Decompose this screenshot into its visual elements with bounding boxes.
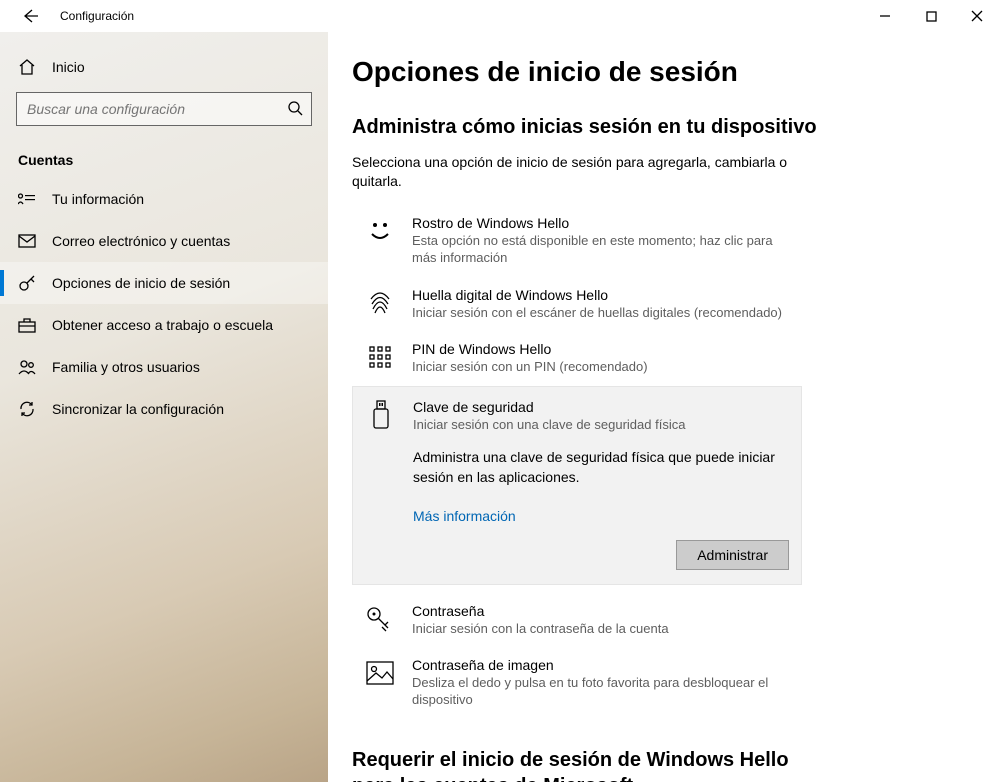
sidebar-item-label: Sincronizar la configuración xyxy=(52,401,224,417)
sidebar-item-your-info[interactable]: Tu información xyxy=(0,178,328,220)
option-title: PIN de Windows Hello xyxy=(412,341,790,357)
option-desc: Iniciar sesión con una clave de segurida… xyxy=(413,417,685,432)
section-title: Administra cómo inicias sesión en tu dis… xyxy=(352,116,964,139)
category-header: Cuentas xyxy=(0,136,328,178)
maximize-button[interactable] xyxy=(908,0,954,32)
option-pin[interactable]: PIN de Windows Hello Iniciar sesión con … xyxy=(352,331,802,386)
search-box[interactable] xyxy=(16,92,312,126)
close-button[interactable] xyxy=(954,0,1000,32)
home-label: Inicio xyxy=(52,59,85,75)
sidebar-item-label: Obtener acceso a trabajo o escuela xyxy=(52,317,273,333)
option-face[interactable]: Rostro de Windows Hello Esta opción no e… xyxy=(352,205,802,277)
home-icon xyxy=(18,58,36,76)
sidebar-item-label: Correo electrónico y cuentas xyxy=(52,233,230,249)
window-title: Configuración xyxy=(60,9,134,23)
option-password[interactable]: Contraseña Iniciar sesión con la contras… xyxy=(352,593,802,648)
option-title: Rostro de Windows Hello xyxy=(412,215,790,231)
section-subtitle: Selecciona una opción de inicio de sesió… xyxy=(352,153,792,191)
option-desc: Iniciar sesión con la contraseña de la c… xyxy=(412,621,790,638)
option-title: Clave de seguridad xyxy=(413,399,685,415)
option-security-key-header[interactable]: Clave de seguridad Iniciar sesión con un… xyxy=(365,399,789,432)
picture-icon xyxy=(364,657,396,689)
fingerprint-icon xyxy=(364,287,396,319)
back-button[interactable] xyxy=(16,2,44,30)
sync-icon xyxy=(18,400,36,418)
person-card-icon xyxy=(18,190,36,208)
face-icon xyxy=(364,215,396,247)
briefcase-icon xyxy=(18,316,36,334)
option-fingerprint[interactable]: Huella digital de Windows Hello Iniciar … xyxy=(352,277,802,332)
sidebar-item-email-accounts[interactable]: Correo electrónico y cuentas xyxy=(0,220,328,262)
sidebar-item-label: Tu información xyxy=(52,191,144,207)
mail-icon xyxy=(18,232,36,250)
people-icon xyxy=(18,358,36,376)
option-picture-password[interactable]: Contraseña de imagen Desliza el dedo y p… xyxy=(352,647,802,719)
titlebar: Configuración xyxy=(0,0,1000,32)
sidebar: Inicio Cuentas Tu información xyxy=(0,32,328,782)
home-button[interactable]: Inicio xyxy=(0,48,328,86)
maximize-icon xyxy=(926,11,937,22)
sidebar-item-signin-options[interactable]: Opciones de inicio de sesión xyxy=(0,262,328,304)
sidebar-item-family-users[interactable]: Familia y otros usuarios xyxy=(0,346,328,388)
option-desc: Esta opción no está disponible en este m… xyxy=(412,233,790,267)
more-info-link[interactable]: Más información xyxy=(413,508,789,524)
option-detail: Administra una clave de seguridad física… xyxy=(413,448,789,487)
minimize-button[interactable] xyxy=(862,0,908,32)
option-desc: Iniciar sesión con un PIN (recomendado) xyxy=(412,359,790,376)
minimize-icon xyxy=(879,10,891,22)
page-title: Opciones de inicio de sesión xyxy=(352,56,964,88)
sidebar-item-work-school[interactable]: Obtener acceso a trabajo o escuela xyxy=(0,304,328,346)
usb-key-icon xyxy=(365,399,397,431)
search-icon xyxy=(287,100,303,119)
key-icon xyxy=(18,274,36,292)
option-title: Huella digital de Windows Hello xyxy=(412,287,790,303)
arrow-left-icon xyxy=(22,8,38,24)
sidebar-item-label: Opciones de inicio de sesión xyxy=(52,275,230,291)
option-title: Contraseña de imagen xyxy=(412,657,790,673)
search-input[interactable] xyxy=(27,101,287,117)
sidebar-item-sync[interactable]: Sincronizar la configuración xyxy=(0,388,328,430)
password-key-icon xyxy=(364,603,396,635)
option-security-key-expanded: Clave de seguridad Iniciar sesión con un… xyxy=(352,386,802,584)
option-title: Contraseña xyxy=(412,603,790,619)
option-desc: Iniciar sesión con el escáner de huellas… xyxy=(412,305,790,322)
manage-button[interactable]: Administrar xyxy=(676,540,789,570)
sidebar-item-label: Familia y otros usuarios xyxy=(52,359,200,375)
second-section-title: Requerir el inicio de sesión de Windows … xyxy=(352,747,812,782)
main-content: Opciones de inicio de sesión Administra … xyxy=(328,32,1000,782)
keypad-icon xyxy=(364,341,396,373)
option-desc: Desliza el dedo y pulsa en tu foto favor… xyxy=(412,675,790,709)
close-icon xyxy=(971,10,983,22)
